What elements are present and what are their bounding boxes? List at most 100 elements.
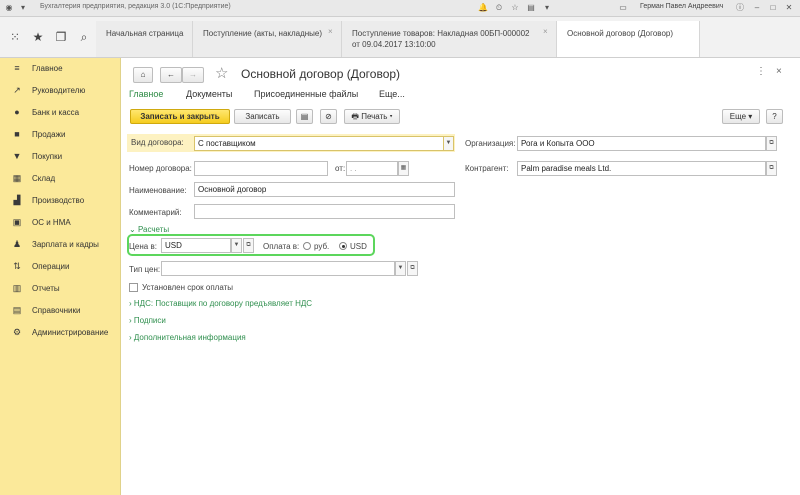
tab-label: Поступление (акты, накладные) xyxy=(203,29,323,38)
chevron-down-icon[interactable]: ▼ xyxy=(443,136,454,151)
comment-input[interactable] xyxy=(194,204,455,219)
vat-group-toggle[interactable]: › НДС: Поставщик по договору предъявляет… xyxy=(129,299,312,308)
app-logo-icon: ◉ xyxy=(5,3,13,12)
payment-term-checkbox[interactable] xyxy=(129,283,138,292)
search-icon[interactable]: ⌕ xyxy=(77,31,91,43)
history-icon[interactable]: ⏲ xyxy=(494,3,504,13)
name-input[interactable]: Основной договор xyxy=(194,182,455,197)
sidebar-item-fixed-assets[interactable]: ▣ ОС и НМА xyxy=(0,212,120,234)
open-link-icon[interactable]: ⧉ xyxy=(243,238,254,253)
payment-term-label[interactable]: Установлен срок оплаты xyxy=(142,283,233,292)
pay-usd-radio[interactable] xyxy=(339,242,347,250)
organization-input[interactable]: Рога и Копыта ООО xyxy=(517,136,766,151)
sidebar-item-label: Главное xyxy=(32,64,63,73)
vat-label: НДС: Поставщик по договору предъявляет Н… xyxy=(133,299,313,308)
form-close-icon[interactable]: × xyxy=(776,66,782,77)
tab-label: Основной договор (Договор) xyxy=(567,29,674,38)
tab-receipt-document[interactable]: Поступление товаров: Накладная 00БП-0000… xyxy=(342,21,557,57)
chevron-down-icon[interactable]: ▼ xyxy=(395,261,406,276)
settlements-label: Расчеты xyxy=(137,225,170,234)
sidebar-item-label: Покупки xyxy=(32,152,63,161)
more-button[interactable]: Еще ▾ xyxy=(722,109,760,124)
settlements-group-toggle[interactable]: ⌄ Расчеты xyxy=(129,225,169,234)
favorite-star-icon[interactable]: ☆ xyxy=(215,64,228,82)
sidebar-item-management[interactable]: ↗ Руководителю xyxy=(0,80,120,102)
counterparty-input[interactable]: Palm paradise meals Ltd. xyxy=(517,161,766,176)
calendar-icon[interactable]: ▦ xyxy=(398,161,409,176)
tab-home[interactable]: Начальная страница xyxy=(96,21,193,57)
open-link-icon[interactable]: ⧉ xyxy=(766,161,777,176)
help-button[interactable]: ? xyxy=(766,109,783,124)
sidebar-item-administration[interactable]: ⚙ Администрирование xyxy=(0,322,120,344)
maximize-icon[interactable]: □ xyxy=(768,3,778,13)
factory-icon: ▟ xyxy=(13,195,21,205)
monitor-icon[interactable]: ▭ xyxy=(618,3,628,13)
user-info-icon[interactable]: ⓘ xyxy=(735,3,745,13)
sidebar-item-catalogs[interactable]: ▤ Справочники xyxy=(0,300,120,322)
sidebar-item-operations[interactable]: ⇅ Операции xyxy=(0,256,120,278)
history-icon[interactable]: ❐ xyxy=(54,31,68,43)
favorites-icon[interactable]: ▤ xyxy=(526,3,536,13)
more-dots-icon[interactable]: ⋮ xyxy=(756,66,766,77)
menu-icon[interactable]: ▾ xyxy=(542,3,552,13)
list-button[interactable]: ▤ xyxy=(296,109,313,124)
date-label: от: xyxy=(335,164,346,173)
coins-icon: ● xyxy=(14,107,20,117)
home-button[interactable]: ⌂ xyxy=(133,67,153,83)
chevron-right-icon: › xyxy=(129,333,132,342)
price-currency-select[interactable]: USD xyxy=(161,238,231,253)
subtab-files[interactable]: Присоединенные файлы xyxy=(254,89,358,99)
sidebar-item-salary[interactable]: ♟ Зарплата и кадры xyxy=(0,234,120,256)
sidebar-item-production[interactable]: ▟ Производство xyxy=(0,190,120,212)
contract-type-label: Вид договора: xyxy=(131,138,184,147)
open-link-icon[interactable]: ⧉ xyxy=(766,136,777,151)
signatures-group-toggle[interactable]: › Подписи xyxy=(129,316,166,325)
back-button[interactable]: ← xyxy=(160,67,182,83)
sections-panel: ≡ Главное ↗ Руководителю ● Банк и касса … xyxy=(0,58,121,495)
sidebar-item-warehouse[interactable]: ▦ Склад xyxy=(0,168,120,190)
save-and-close-button[interactable]: Записать и закрыть xyxy=(130,109,230,124)
print-button[interactable]: 🖶 Печать ▾ xyxy=(344,109,400,124)
sidebar-item-label: ОС и НМА xyxy=(32,218,71,227)
apps-grid-icon[interactable]: ⁙ xyxy=(8,31,22,43)
pay-usd-label[interactable]: USD xyxy=(350,242,367,251)
signatures-label: Подписи xyxy=(133,316,166,325)
date-input[interactable]: . . xyxy=(346,161,398,176)
contract-number-input[interactable] xyxy=(194,161,328,176)
price-type-input[interactable] xyxy=(161,261,395,276)
open-link-icon[interactable]: ⧉ xyxy=(407,261,418,276)
current-user[interactable]: Герман Павел Андреевич xyxy=(640,3,723,10)
assets-icon: ▣ xyxy=(12,217,22,227)
favorites-star-icon[interactable]: ★ xyxy=(31,31,45,43)
additional-info-toggle[interactable]: › Дополнительная информация xyxy=(129,333,246,342)
pay-rub-label[interactable]: руб. xyxy=(314,242,329,251)
cart-icon: ▼ xyxy=(12,151,22,161)
sidebar-item-purchases[interactable]: ▼ Покупки xyxy=(0,146,120,168)
sidebar-item-sales[interactable]: ■ Продажи xyxy=(0,124,120,146)
attach-button[interactable]: ⊘ xyxy=(320,109,337,124)
tab-contract[interactable]: Основной договор (Договор) xyxy=(556,21,700,57)
quick-menu-icon[interactable]: ▾ xyxy=(18,3,28,13)
subtab-documents[interactable]: Документы xyxy=(186,89,232,99)
sidebar-item-main[interactable]: ≡ Главное xyxy=(0,58,120,80)
forward-button[interactable]: → xyxy=(182,67,204,83)
save-button[interactable]: Записать xyxy=(234,109,291,124)
minimize-icon[interactable]: – xyxy=(752,3,762,13)
tab-close-icon[interactable]: × xyxy=(328,27,333,36)
bell-icon[interactable]: 🔔 xyxy=(478,3,488,13)
chevron-down-icon: ⌄ xyxy=(129,225,136,234)
subtab-more[interactable]: Еще... xyxy=(379,89,405,99)
subtab-main[interactable]: Главное xyxy=(129,89,163,99)
pay-rub-radio[interactable] xyxy=(303,242,311,250)
tab-close-icon[interactable]: × xyxy=(543,27,548,36)
contract-type-select[interactable]: С поставщиком xyxy=(194,136,444,151)
chevron-down-icon[interactable]: ▼ xyxy=(231,238,242,253)
print-label: Печать xyxy=(361,112,388,121)
tab-receipts-list[interactable]: Поступление (акты, накладные) × xyxy=(193,21,342,57)
sidebar-item-reports[interactable]: ▥ Отчеты xyxy=(0,278,120,300)
star-icon[interactable]: ☆ xyxy=(510,3,520,13)
chevron-right-icon: › xyxy=(129,299,132,308)
sidebar-item-label: Руководителю xyxy=(32,86,86,95)
close-icon[interactable]: ✕ xyxy=(784,3,794,13)
sidebar-item-bank[interactable]: ● Банк и касса xyxy=(0,102,120,124)
